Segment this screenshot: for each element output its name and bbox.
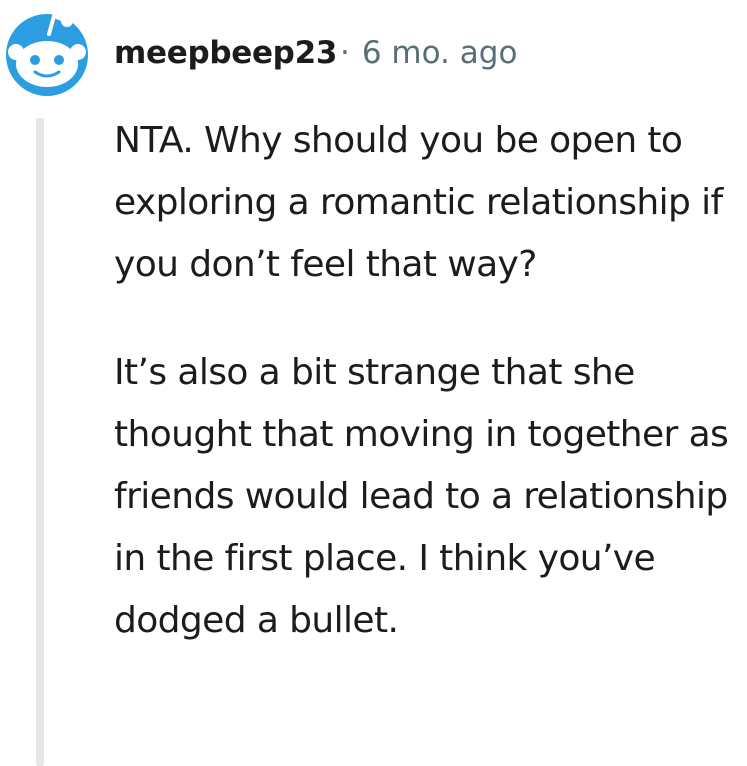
comment-header: meepbeep23 · 6 mo. ago: [0, 0, 747, 110]
comment-paragraph: NTA. Why should you be open to exploring…: [114, 120, 723, 285]
comment-body: NTA. Why should you be open to exploring…: [114, 110, 734, 652]
avatar[interactable]: [2, 8, 92, 98]
username-link[interactable]: meepbeep23: [114, 30, 337, 76]
comment-meta: · 6 mo. ago: [340, 30, 517, 76]
meta-separator: ·: [340, 35, 350, 71]
thread-collapse-line[interactable]: [36, 118, 44, 766]
timestamp[interactable]: 6 mo. ago: [362, 35, 518, 71]
comment-paragraph: It’s also a bit strange that she thought…: [114, 352, 729, 641]
snoo-avatar-icon: [6, 13, 88, 96]
comment: meepbeep23 · 6 mo. ago NTA. Why should yo…: [0, 0, 747, 766]
